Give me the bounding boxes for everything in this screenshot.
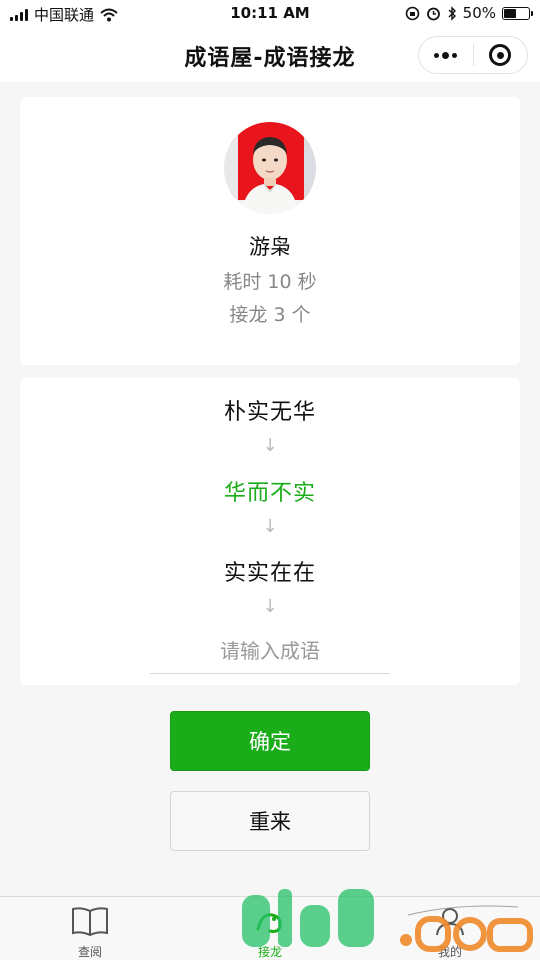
bluetooth-icon (448, 5, 456, 21)
close-button[interactable] (473, 37, 527, 73)
tab-chain[interactable]: 接龙 (210, 903, 330, 960)
user-icon (390, 903, 510, 939)
status-right: 50% (405, 4, 533, 22)
confirm-button[interactable]: 确定 (170, 711, 370, 771)
elapsed-time: 耗时 10 秒 (223, 271, 317, 293)
chain-count: 接龙 3 个 (229, 304, 311, 326)
status-bar: 中国联通 10:11 AM 50% (0, 0, 540, 28)
battery-icon (502, 6, 533, 20)
idiom-item: 实实在在 (223, 561, 316, 586)
battery-percent: 50% (462, 4, 496, 22)
user-nickname: 游枭 (249, 235, 291, 259)
tab-bar: 查阅 接龙 我的 (0, 896, 540, 960)
dragon-icon (210, 903, 330, 939)
avatar-image (224, 122, 316, 214)
avatar (224, 122, 316, 214)
more-button[interactable] (419, 37, 473, 73)
battery-level (504, 8, 516, 18)
arrow-down-icon: ↓ (262, 435, 278, 456)
profile-card: 游枭 耗时 10 秒 接龙 3 个 (20, 97, 520, 365)
arrow-down-icon: ↓ (262, 596, 278, 617)
orientation-lock-icon (405, 6, 419, 20)
idiom-input[interactable] (150, 628, 390, 674)
target-icon (489, 44, 512, 66)
capsule-menu (418, 36, 528, 74)
book-icon (30, 903, 150, 939)
arrow-down-icon: ↓ (262, 516, 278, 537)
idiom-item: 朴实无华 (223, 400, 316, 425)
tab-label: 我的 (437, 945, 462, 959)
idiom-item-highlighted: 华而不实 (223, 481, 316, 506)
alarm-icon (426, 7, 440, 20)
tab-lookup[interactable]: 查阅 (30, 903, 150, 960)
tab-mine[interactable]: 我的 (390, 903, 510, 960)
tab-label: 接龙 (257, 945, 282, 959)
tab-label: 查阅 (77, 945, 102, 959)
idiom-chain-card: 朴实无华 ↓ 华而不实 ↓ 实实在在 ↓ (20, 378, 520, 685)
nav-bar: 成语屋-成语接龙 (0, 28, 540, 82)
restart-button[interactable]: 重来 (170, 791, 370, 851)
